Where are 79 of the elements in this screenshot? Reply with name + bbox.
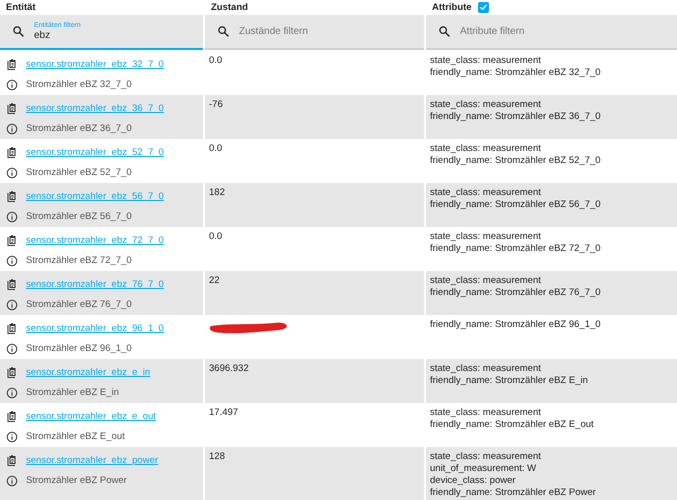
entity-link[interactable]: sensor.stromzahler_ebz_56_7_0: [26, 191, 164, 202]
state-value: 0.0: [209, 230, 224, 242]
attribute-line: friendly_name: Stromzähler eBZ 52_7_0: [430, 154, 602, 168]
info-icon[interactable]: [6, 298, 18, 310]
entity-name: Stromzähler eBZ 76_7_0: [26, 299, 132, 310]
entity-link[interactable]: sensor.stromzahler_ebz_32_7_0: [26, 59, 164, 70]
entity-link[interactable]: sensor.stromzahler_ebz_e_in: [26, 367, 150, 378]
search-icon: [438, 25, 451, 38]
checkbox[interactable]: [478, 2, 489, 12]
attribute-line: friendly_name: Stromzähler eBZ 72_7_0: [430, 242, 602, 256]
clipboard-icon[interactable]: [6, 234, 18, 247]
column-header: Entität: [6, 2, 36, 12]
state-value: -76: [209, 98, 224, 110]
info-icon[interactable]: [6, 78, 18, 90]
column-header: Zustand: [211, 2, 248, 12]
search-icon: [217, 25, 230, 38]
attribute-line: state_class: measurement: [430, 230, 542, 243]
filter-field[interactable]: Attribute filtern: [426, 15, 677, 50]
attribute-line: friendly_name: Stromzähler eBZ E_out: [430, 418, 595, 432]
attribute-line: device_class: power: [430, 475, 517, 488]
info-icon[interactable]: [6, 254, 18, 266]
info-icon[interactable]: [6, 122, 18, 134]
entity-name: Stromzähler eBZ E_out: [26, 431, 125, 442]
filter-field[interactable]: Zustände filtern: [205, 15, 424, 50]
attribute-line: state_class: measurement: [430, 186, 542, 199]
entity-name: Stromzähler eBZ Power: [26, 475, 127, 486]
info-icon[interactable]: [6, 166, 18, 178]
attribute-line: state_class: measurement: [430, 406, 542, 419]
attribute-line: friendly_name: Stromzähler eBZ 76_7_0: [430, 286, 602, 300]
entity-link[interactable]: sensor.stromzahler_ebz_72_7_0: [26, 235, 164, 246]
search-icon: [12, 25, 25, 38]
clipboard-icon[interactable]: [6, 454, 18, 467]
info-icon[interactable]: [6, 386, 18, 398]
attribute-line: state_class: measurement: [430, 274, 542, 287]
attribute-line: friendly_name: Stromzähler eBZ 96_1_0: [430, 318, 602, 331]
entity-link[interactable]: sensor.stromzahler_ebz_e_out: [26, 411, 156, 422]
clipboard-icon[interactable]: [6, 322, 18, 335]
attribute-line: state_class: measurement: [430, 98, 542, 111]
state-value: 0.0: [209, 142, 224, 154]
attribute-line: state_class: measurement: [430, 54, 542, 67]
attribute-line: state_class: measurement: [430, 362, 542, 375]
attribute-line: friendly_name: Stromzähler eBZ 36_7_0: [430, 110, 602, 124]
attribute-line: state_class: measurement: [430, 450, 542, 463]
attribute-line: friendly_name: Stromzähler eBZ E_in: [430, 374, 589, 388]
attribute-line: friendly_name: Stromzähler eBZ 56_7_0: [430, 198, 602, 212]
entity-link[interactable]: sensor.stromzahler_ebz_96_1_0: [26, 323, 164, 334]
attribute-line: friendly_name: Stromzähler eBZ Power: [430, 487, 597, 500]
state-value: 0.0: [209, 54, 224, 66]
entity-link[interactable]: sensor.stromzahler_ebz_52_7_0: [26, 147, 164, 158]
clipboard-icon[interactable]: [6, 190, 18, 203]
clipboard-icon[interactable]: [6, 366, 18, 379]
entity-name: Stromzähler eBZ 36_7_0: [26, 123, 132, 134]
state-value: 128: [209, 450, 226, 462]
entity-name: Stromzähler eBZ 32_7_0: [26, 79, 132, 90]
entity-name: Stromzähler eBZ 52_7_0: [26, 167, 132, 178]
info-icon[interactable]: [6, 210, 18, 222]
state-value: 17.497: [209, 406, 240, 418]
clipboard-icon[interactable]: [6, 102, 18, 115]
entity-name: Stromzähler eBZ 96_1_0: [26, 343, 132, 354]
entity-name: Stromzähler eBZ 56_7_0: [26, 211, 132, 222]
clipboard-icon[interactable]: [6, 146, 18, 159]
entity-link[interactable]: sensor.stromzahler_ebz_power: [26, 455, 158, 466]
state-value: 22: [209, 274, 221, 286]
entity-link[interactable]: sensor.stromzahler_ebz_76_7_0: [26, 279, 164, 290]
clipboard-icon[interactable]: [6, 410, 18, 423]
clipboard-icon[interactable]: [6, 278, 18, 291]
entity-name: Stromzähler eBZ 72_7_0: [26, 255, 132, 266]
entity-name: Stromzähler eBZ E_in: [26, 387, 119, 398]
column-header: Attribute: [432, 2, 472, 12]
info-icon[interactable]: [6, 474, 18, 486]
info-icon[interactable]: [6, 342, 18, 354]
attribute-line: unit_of_measurement: W: [430, 462, 538, 476]
attribute-line: state_class: measurement: [430, 142, 542, 155]
state-value: 182: [209, 186, 226, 198]
info-icon[interactable]: [6, 430, 18, 442]
state-value: 3696.932: [209, 362, 250, 374]
clipboard-icon[interactable]: [6, 58, 18, 71]
attribute-line: friendly_name: Stromzähler eBZ 32_7_0: [430, 66, 602, 80]
entity-link[interactable]: sensor.stromzahler_ebz_36_7_0: [26, 103, 164, 114]
